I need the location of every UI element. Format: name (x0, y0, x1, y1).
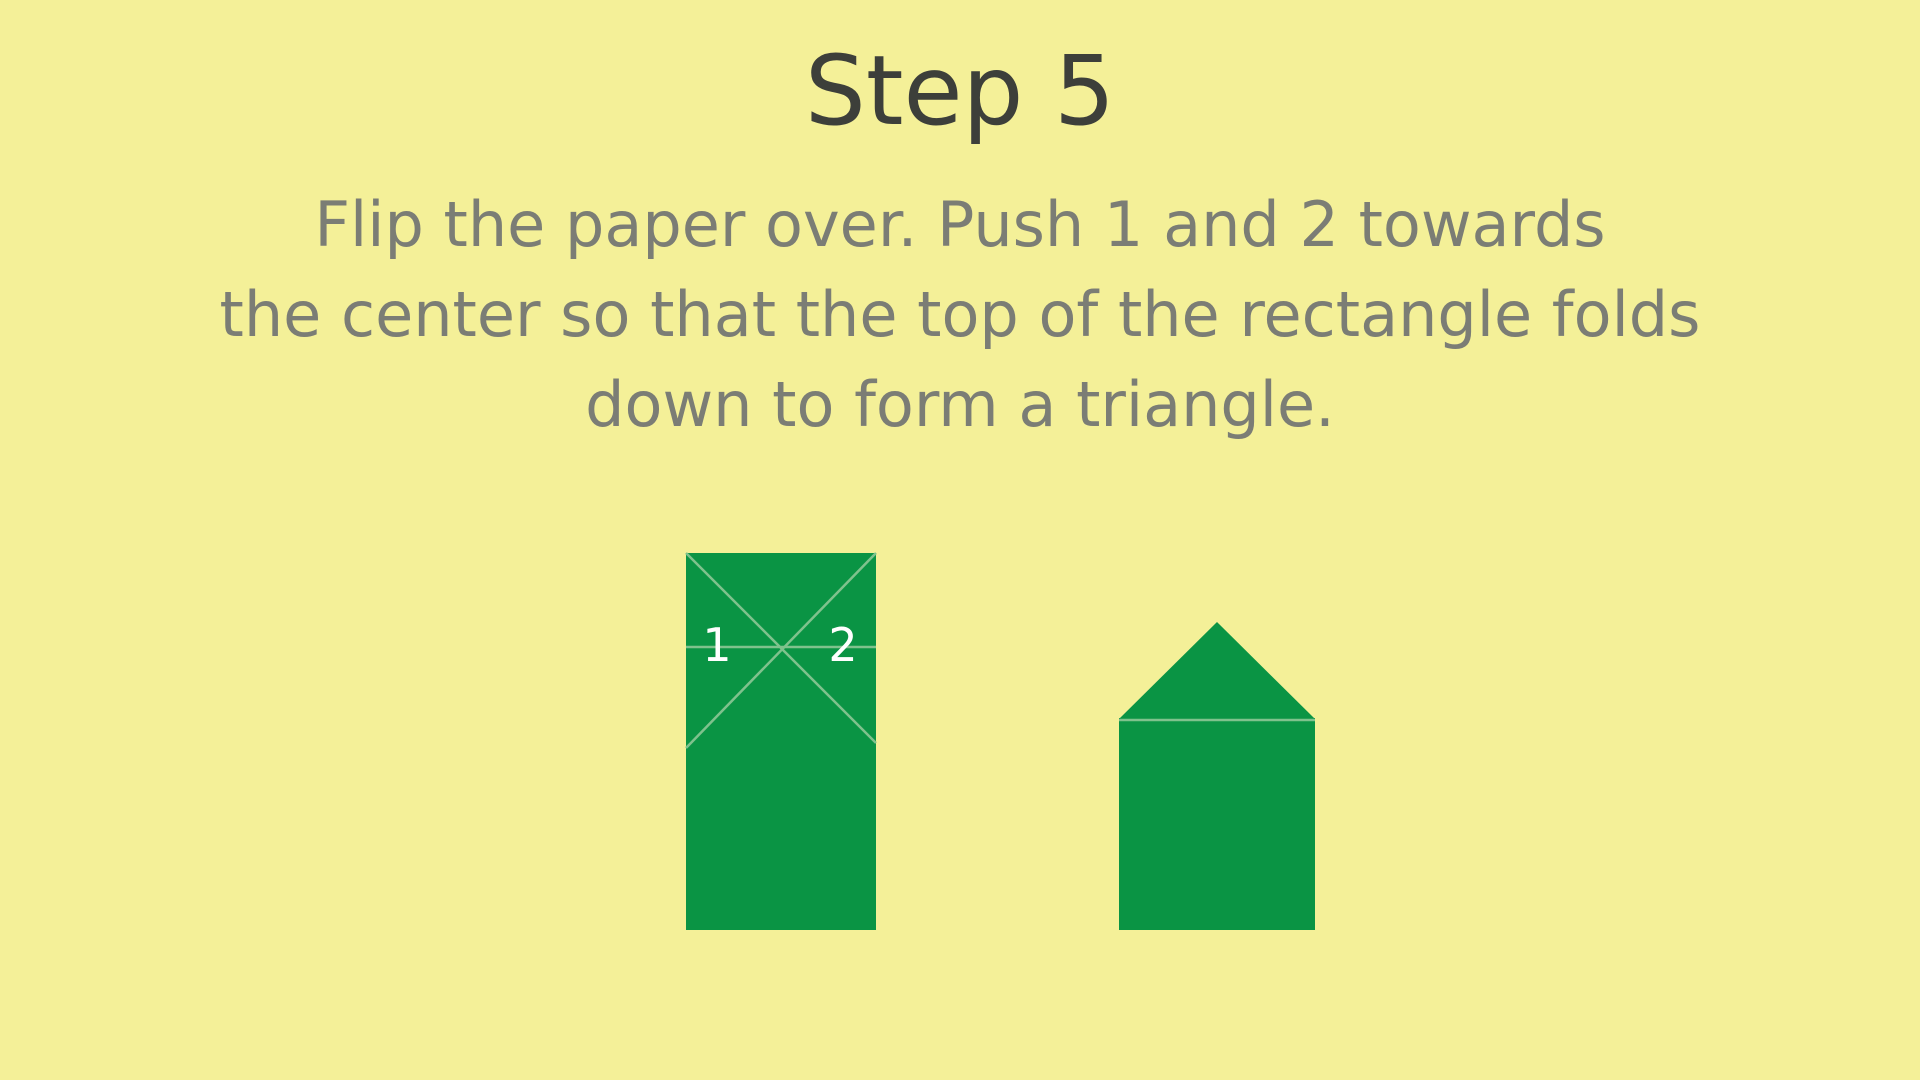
after-fold-figure (1119, 622, 1315, 930)
fold-point-2-label: 2 (828, 618, 857, 672)
fold-diagram: 1 2 (685, 552, 1315, 930)
slide: Step 5 Flip the paper over. Push 1 and 2… (0, 0, 1920, 1080)
folded-body-rectangle (1119, 718, 1315, 930)
fold-point-1-label: 1 (702, 618, 731, 672)
paper-rectangle (686, 553, 876, 930)
before-fold-figure: 1 2 (685, 552, 877, 930)
folded-triangle (1120, 622, 1314, 718)
